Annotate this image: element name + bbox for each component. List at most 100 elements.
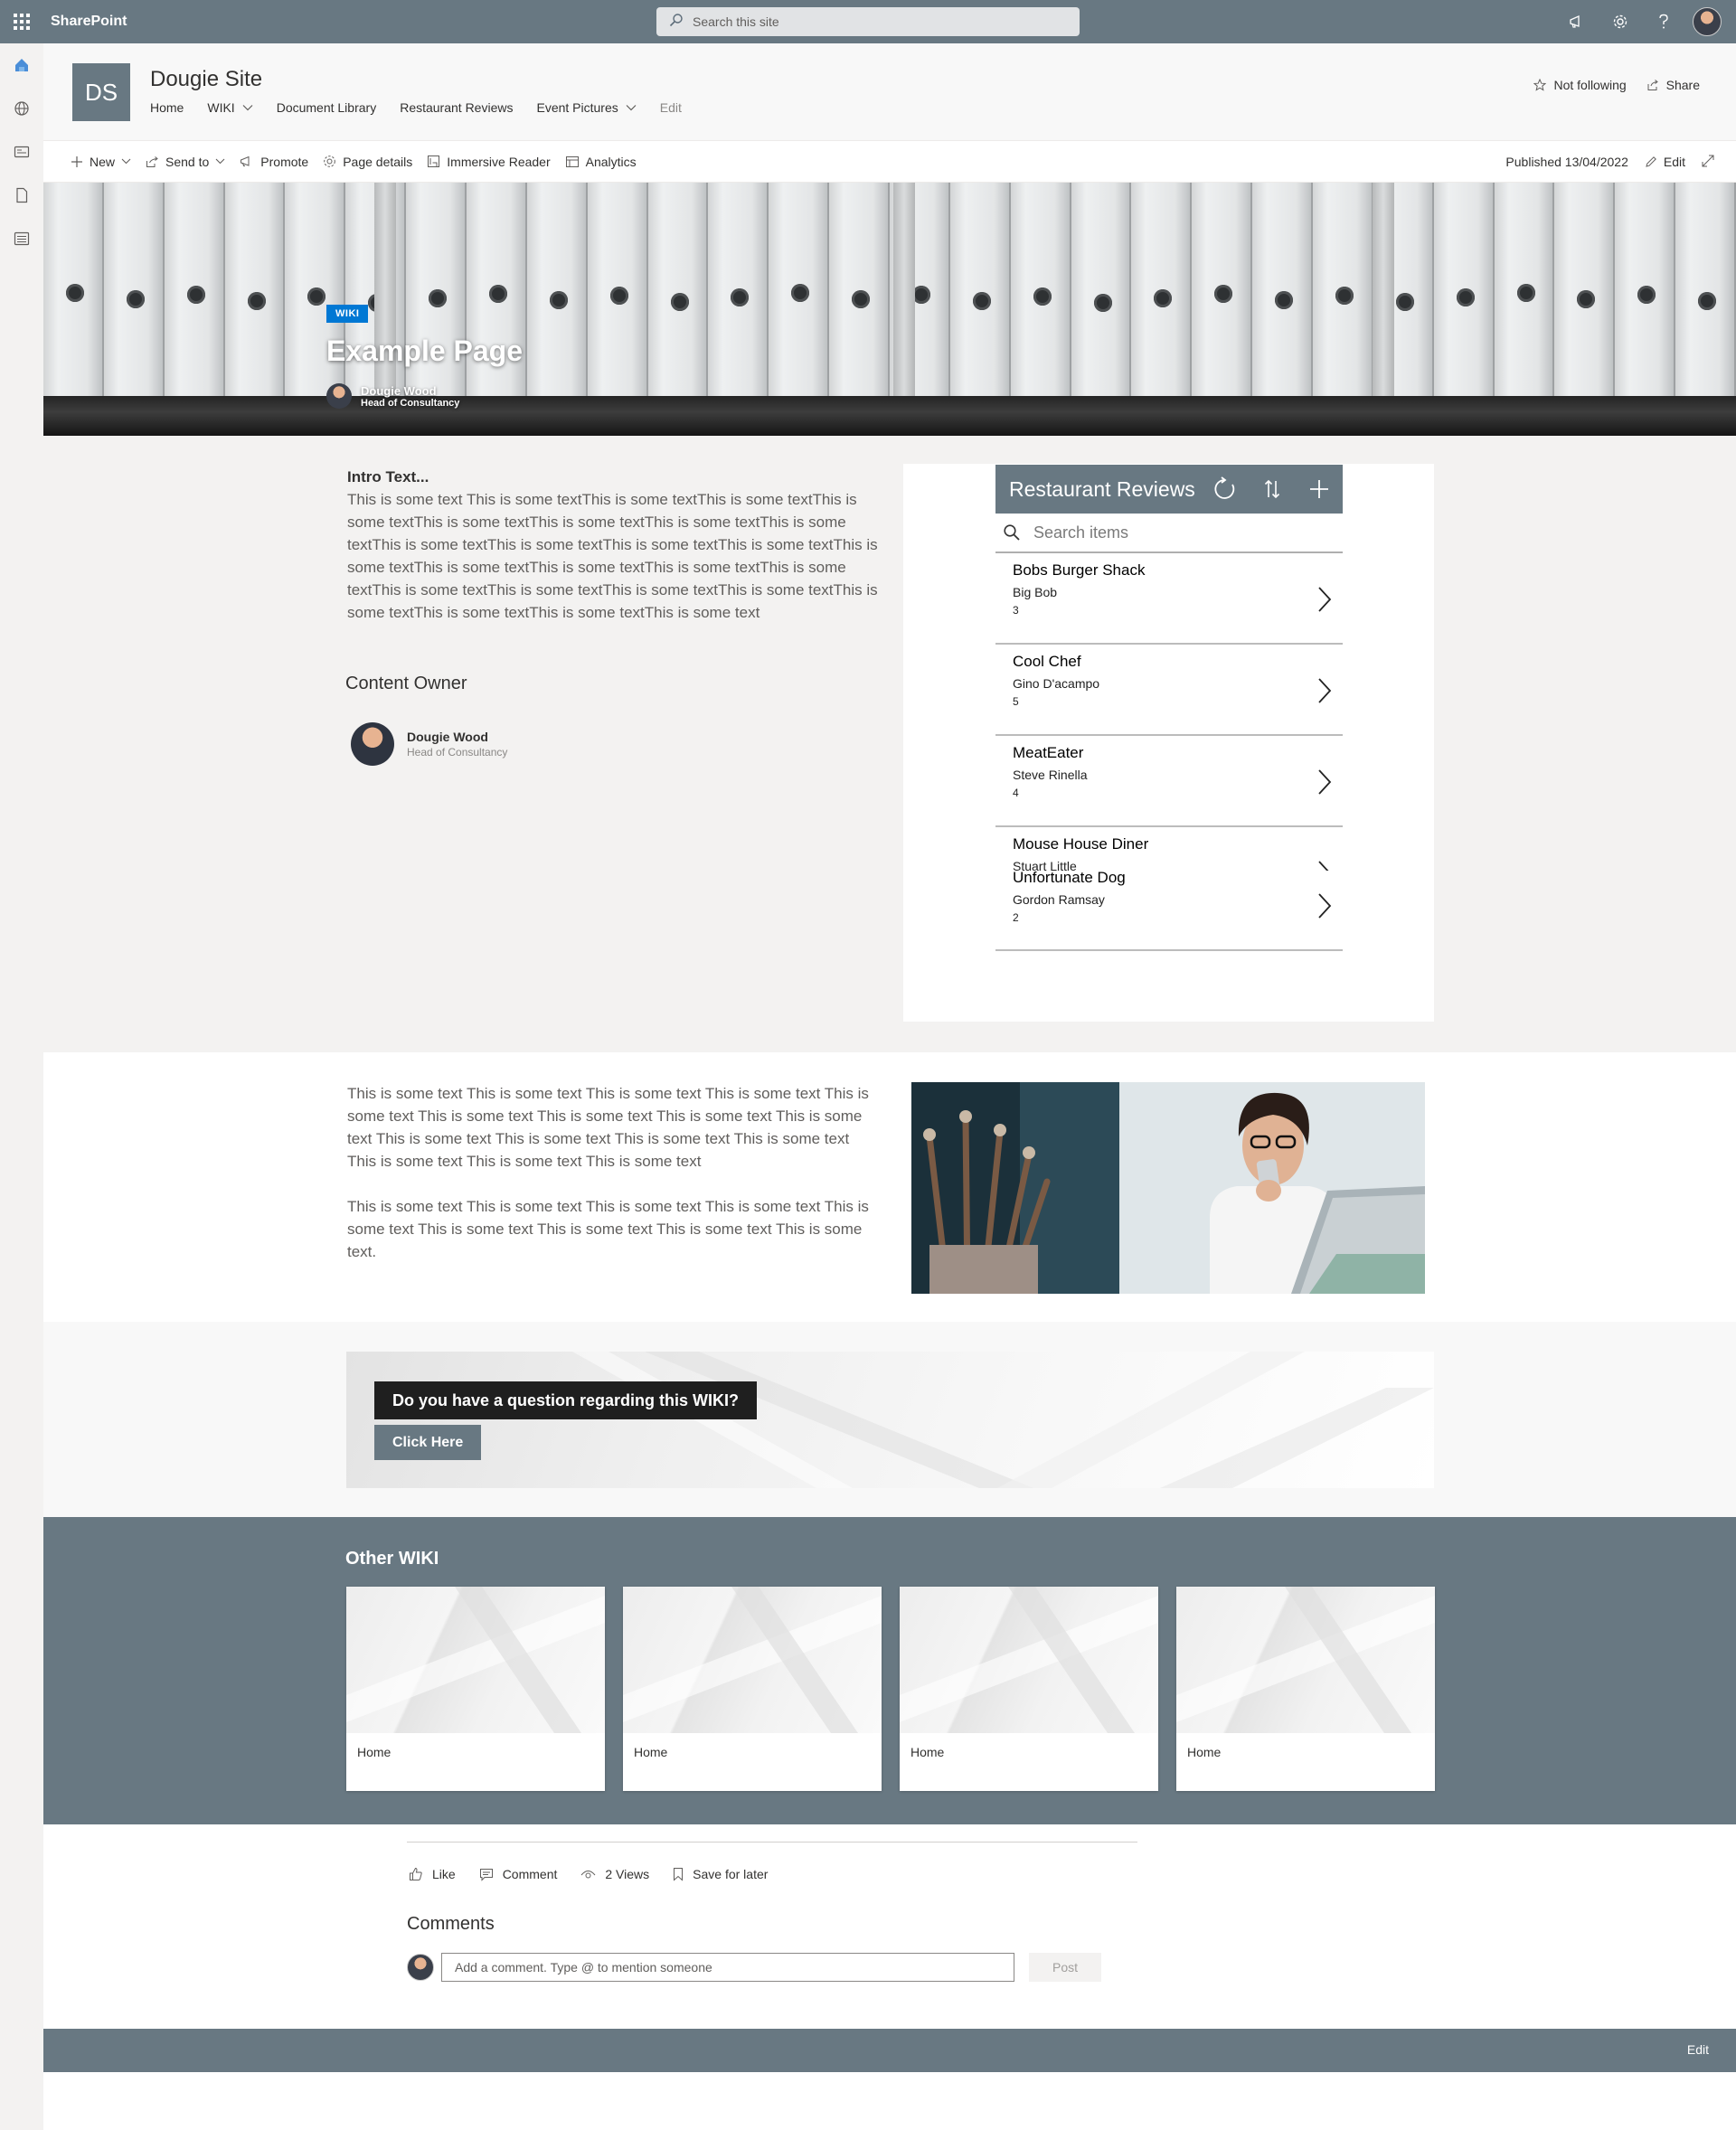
- binder-spine: [647, 183, 709, 400]
- list-item[interactable]: Unfortunate Dog Gordon Ramsay 2: [1013, 869, 1126, 924]
- binder-spine: [1554, 183, 1616, 400]
- binder-spine: [164, 183, 225, 400]
- woman-with-phone-image[interactable]: [911, 1082, 1425, 1294]
- content-owner-heading: Content Owner: [345, 674, 467, 693]
- save-for-later-button[interactable]: Save for later: [673, 1867, 768, 1881]
- owner-person-card[interactable]: Dougie Wood Head of Consultancy: [351, 722, 507, 766]
- app-search-placeholder: Search items: [1033, 523, 1129, 542]
- binder-hole: [912, 286, 931, 304]
- wiki-card[interactable]: Home: [1176, 1587, 1435, 1791]
- binder-hole: [307, 287, 326, 306]
- shelf-divider: [893, 183, 915, 400]
- list-item-partial[interactable]: Mouse House Diner Stuart Little: [1013, 835, 1148, 873]
- nav-item-event-pictures[interactable]: Event Pictures: [536, 100, 637, 115]
- comments-heading: Comments: [407, 1914, 495, 1934]
- site-logo[interactable]: DS: [72, 63, 130, 121]
- promote-button[interactable]: Promote: [240, 155, 308, 169]
- nav-edit-link[interactable]: Edit: [660, 100, 682, 115]
- nav-item-restaurant-reviews[interactable]: Restaurant Reviews: [400, 100, 513, 115]
- comment-input[interactable]: Add a comment. Type @ to mention someone: [441, 1953, 1014, 1982]
- list-item[interactable]: Cool Chef Gino D'acampo 5: [995, 645, 1343, 736]
- chevron-down-icon: [215, 158, 225, 165]
- restaurant-name: Mouse House Diner: [1013, 835, 1149, 853]
- page-title: Example Page: [326, 335, 523, 367]
- call-to-action-banner: Do you have a question regarding this WI…: [346, 1352, 1434, 1488]
- binder-spine: [1433, 183, 1495, 400]
- social-bar-section: Like Comment 2 Views Save for later Comm…: [43, 1824, 1736, 2028]
- comment-button[interactable]: Comment: [479, 1867, 557, 1881]
- page-author[interactable]: Dougie Wood Head of Consultancy: [326, 383, 459, 409]
- chevron-right-icon[interactable]: [1317, 586, 1332, 613]
- footer-edit-link[interactable]: Edit: [1687, 2042, 1709, 2057]
- list-item[interactable]: Bobs Burger Shack Big Bob 3: [995, 553, 1343, 645]
- chevron-down-icon: [242, 105, 253, 111]
- binder-spine: [1010, 183, 1071, 400]
- suite-title[interactable]: SharePoint: [51, 14, 127, 30]
- immersive-reader-label: Immersive Reader: [447, 154, 551, 169]
- like-button[interactable]: Like: [409, 1867, 456, 1881]
- shelf-divider: [1373, 183, 1394, 400]
- nav-item-wiki[interactable]: WIKI: [207, 100, 253, 115]
- intro-body-text: This is some text This is some textThis …: [347, 491, 878, 621]
- list-item[interactable]: Mouse House Diner Stuart Little Unfortun…: [995, 827, 1343, 951]
- user-avatar[interactable]: [1685, 0, 1729, 43]
- page-details-button[interactable]: Page details: [323, 155, 412, 169]
- binder-spine: [43, 183, 104, 400]
- app-launcher-icon[interactable]: [0, 0, 43, 43]
- post-button[interactable]: Post: [1029, 1953, 1101, 1982]
- wiki-card[interactable]: Home: [900, 1587, 1158, 1791]
- card-title: Home: [634, 1745, 668, 1759]
- chevron-right-icon[interactable]: [1317, 768, 1332, 796]
- refresh-icon[interactable]: [1202, 465, 1249, 514]
- new-button[interactable]: New: [71, 155, 131, 169]
- list-item[interactable]: MeatEater Steve Rinella 4: [995, 736, 1343, 827]
- command-bar: New Send to Promote Page details Immersi…: [43, 141, 1736, 183]
- news-icon[interactable]: [0, 130, 43, 174]
- search-placeholder: Search this site: [693, 14, 779, 29]
- intro-heading: Intro Text...: [347, 468, 429, 485]
- nav-item-document-library[interactable]: Document Library: [277, 100, 377, 115]
- binder-hole: [1577, 290, 1596, 308]
- binder-hole: [1214, 285, 1233, 303]
- published-date: Published 13/04/2022: [1505, 155, 1628, 169]
- wiki-card[interactable]: Home: [346, 1587, 605, 1791]
- edit-label: Edit: [1663, 155, 1685, 169]
- expand-icon[interactable]: [1702, 155, 1714, 170]
- wiki-card[interactable]: Home: [623, 1587, 882, 1791]
- eye-icon: [580, 1871, 596, 1879]
- add-icon[interactable]: [1296, 465, 1343, 514]
- immersive-reader-button[interactable]: Immersive Reader: [427, 154, 551, 169]
- intro-section: Intro Text... This is some text This is …: [43, 436, 1736, 1052]
- gear-icon[interactable]: [1599, 0, 1642, 43]
- site-title[interactable]: Dougie Site: [150, 67, 262, 92]
- app-search-input[interactable]: Search items: [995, 514, 1343, 553]
- site-search-input[interactable]: Search this site: [656, 7, 1080, 36]
- follow-button[interactable]: Not following: [1533, 78, 1627, 92]
- card-thumbnail: [346, 1587, 605, 1733]
- binder-hole: [1335, 287, 1354, 305]
- page-category-tag[interactable]: WIKI: [326, 305, 369, 323]
- megaphone-icon[interactable]: [1555, 0, 1599, 43]
- globe-icon[interactable]: [0, 87, 43, 130]
- chevron-right-icon[interactable]: [1317, 677, 1332, 704]
- binder-hole: [1456, 288, 1475, 306]
- binder-spine: [103, 183, 165, 400]
- nav-label: Restaurant Reviews: [400, 100, 514, 115]
- share-button[interactable]: Share: [1646, 78, 1700, 92]
- click-here-button[interactable]: Click Here: [374, 1425, 482, 1460]
- help-icon[interactable]: [1642, 0, 1685, 43]
- divider: [407, 1842, 1137, 1843]
- sort-icon[interactable]: [1249, 465, 1296, 514]
- call-to-action-section: Do you have a question regarding this WI…: [43, 1322, 1736, 1517]
- chevron-right-icon[interactable]: [1317, 860, 1332, 871]
- list-icon[interactable]: [0, 217, 43, 260]
- chevron-right-icon[interactable]: [1317, 892, 1332, 919]
- binder-hole: [1275, 291, 1294, 309]
- analytics-button[interactable]: Analytics: [565, 155, 637, 169]
- file-icon[interactable]: [0, 174, 43, 217]
- edit-page-button[interactable]: Edit: [1645, 155, 1685, 169]
- binder-hole: [670, 293, 689, 311]
- send-to-button[interactable]: Send to: [146, 155, 225, 169]
- nav-item-home[interactable]: Home: [150, 100, 184, 115]
- sharepoint-home-icon[interactable]: [0, 43, 43, 87]
